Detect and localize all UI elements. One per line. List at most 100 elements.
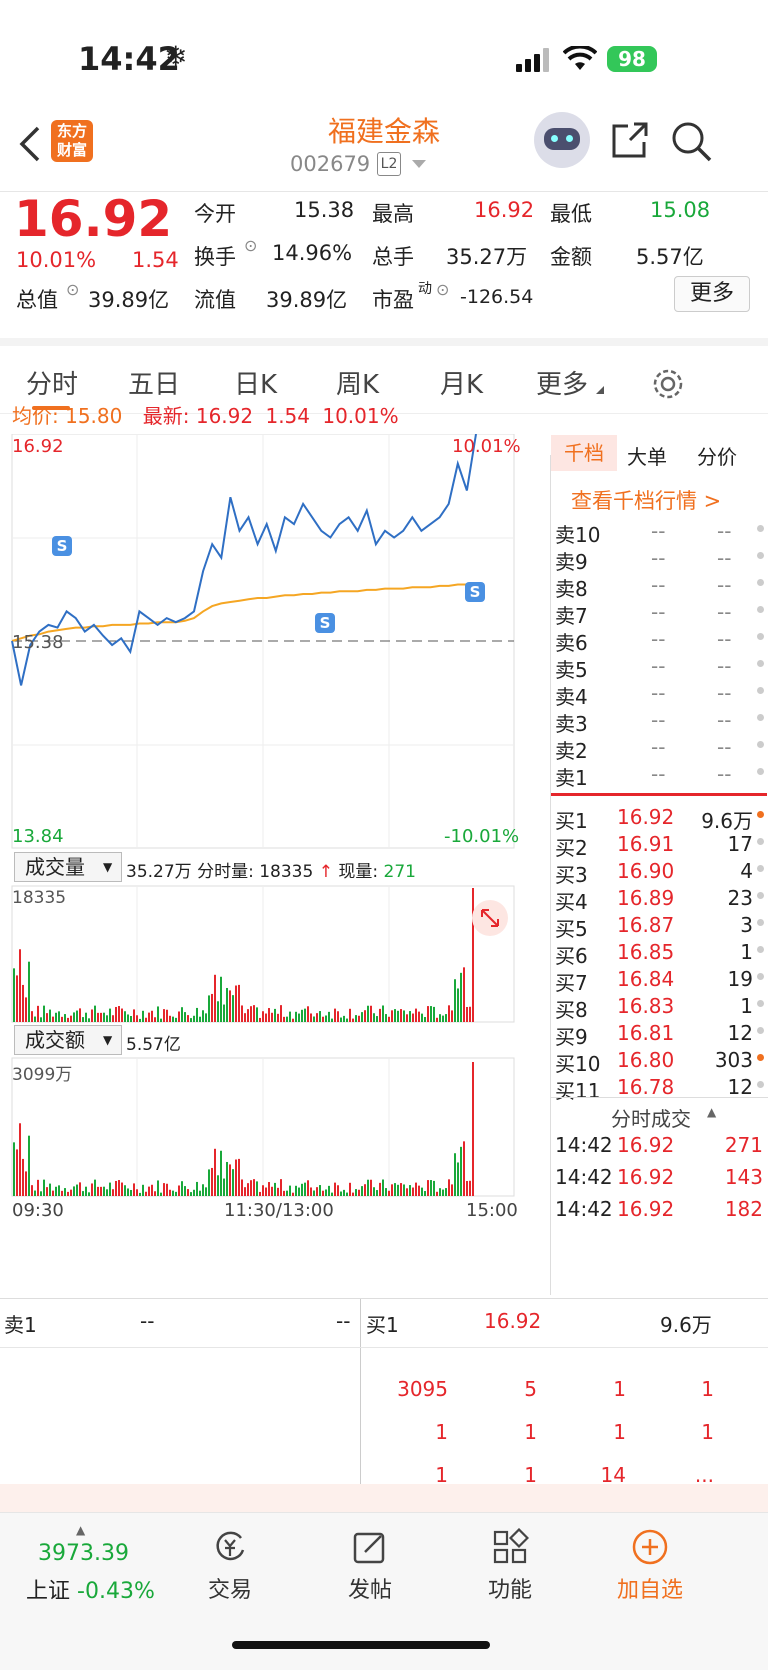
tab-more[interactable]: 更多 [536,364,588,401]
s-marker[interactable]: S [465,582,485,602]
dot-icon [757,768,764,775]
ask-price: -- [651,762,666,786]
volume-bar [349,1182,351,1196]
volume-bar [82,1191,84,1196]
spread-divider [551,793,767,796]
share-icon[interactable] [610,120,650,160]
y-axis-mid: 15.38 [12,632,64,653]
volume-bar [259,1017,261,1022]
index-value[interactable]: 3973.39 [38,1541,129,1566]
tab-five-day[interactable]: 五日 [128,364,180,401]
more-button[interactable]: 更多 [674,276,750,312]
volume-bar [271,1012,273,1022]
ask-price: -- [651,627,666,651]
volume-bar [61,1016,63,1022]
tab-monthly-k[interactable]: 月K [440,364,483,401]
volume-bar [205,1187,207,1196]
tab-price-dist[interactable]: 分价 [697,441,737,470]
search-icon[interactable] [670,120,712,162]
ticks-title[interactable]: 分时成交 [611,1103,691,1132]
bid-price: 16.90 [617,859,675,883]
y-axis-bottom: 13.84 [12,826,64,847]
dot-icon [757,687,764,694]
app-logo: 东方 财富 [51,120,93,162]
nav-add-watchlist[interactable]: 加自选 [590,1528,710,1604]
volume-bar [106,1015,108,1022]
dot-icon [757,579,764,586]
tab-weekly-k[interactable]: 周K [336,364,379,401]
ask-row: 卖6 -- -- [551,625,768,655]
bid-price: 16.80 [617,1048,675,1072]
volume-bar [451,1010,453,1022]
volume-bar [364,1010,366,1022]
volume-info-value: 18335 [259,862,314,882]
gear-icon[interactable] [652,368,684,400]
volume-bar [55,1012,57,1022]
info-icon[interactable]: ⊙ [244,236,257,255]
volume-bar [13,1142,15,1196]
volume-bar [367,1005,369,1022]
volume-bar [121,1182,123,1196]
view-depth-link[interactable]: 查看千档行情 > [571,485,721,515]
level2-badge[interactable]: L2 [377,152,401,176]
current-volume-value: 271 [383,862,416,882]
volume-dropdown[interactable]: 成交量 ▼ [14,852,122,882]
stock-code: 002679 [290,152,371,176]
volume-bar [187,1189,189,1196]
nav-post[interactable]: 发帖 [310,1528,430,1604]
volume-bar [145,1017,147,1022]
ask-price: -- [651,519,666,543]
nav-function[interactable]: 功能 [450,1528,570,1604]
volume-bar [37,1005,39,1022]
intraday-chart[interactable]: 均价: 15.80 最新: 16.92 1.54 10.01% 16.92 15… [0,404,550,1294]
volume-bar [211,1167,213,1196]
assistant-avatar-icon[interactable] [534,112,590,168]
dot-icon [757,1000,764,1007]
volume-bar [151,1184,153,1196]
volume-bar [136,1015,138,1022]
info-icon[interactable]: ⊙ [436,280,449,299]
volume-bar [88,1192,90,1196]
volume-bar [121,1008,123,1022]
volume-bar [223,1004,225,1022]
volume-bar [286,1190,288,1196]
info-icon[interactable]: ⊙ [66,280,79,299]
amount-label: 金额 [550,245,592,269]
index-info[interactable]: 上证 -0.43% [26,1573,155,1605]
bid-volume: 12 [727,1021,753,1045]
bid-row: 买10 16.80 303 [551,1046,768,1076]
chevron-down-icon[interactable] [412,160,426,170]
buy1-label: 买1 [366,1313,399,1337]
nav-trade[interactable]: 交易 [170,1528,290,1604]
tab-big-orders[interactable]: 大单 [627,441,667,470]
volume-bar [406,1014,408,1022]
ask-volume: -- [717,519,732,543]
volume-bar [22,1158,24,1196]
status-bar: 14:42 ❄ 98 [0,0,768,110]
back-icon[interactable] [16,124,44,164]
volume-bar [361,1012,363,1022]
chevron-down-icon: ▼ [103,1033,113,1047]
tab-intraday[interactable]: 分时 [26,364,78,401]
amount-dropdown[interactable]: 成交额 ▼ [14,1025,122,1055]
volume-bar [277,1187,279,1196]
volume-bar [412,1013,414,1022]
volume-bar [307,1180,309,1196]
tick-row: 14:42 16.92 143 [551,1163,768,1191]
s-marker[interactable]: S [315,613,335,633]
tab-daily-k[interactable]: 日K [234,364,277,401]
expand-icon[interactable] [472,900,508,936]
tab-depth[interactable]: 千档 [551,435,617,471]
volume-bar [334,1182,336,1196]
dot-icon [757,1027,764,1034]
tick-row: 14:42 16.92 271 [551,1131,768,1159]
volume-bar [379,1182,381,1196]
volume-bar [385,1188,387,1196]
volume-bar [337,1011,339,1022]
ask-volume: -- [717,681,732,705]
s-marker[interactable]: S [52,536,72,556]
volume-bar [451,1184,453,1196]
volume-bar [115,1006,117,1022]
volume-dropdown-label: 成交量 [25,855,85,879]
volume-bar [139,1192,141,1196]
